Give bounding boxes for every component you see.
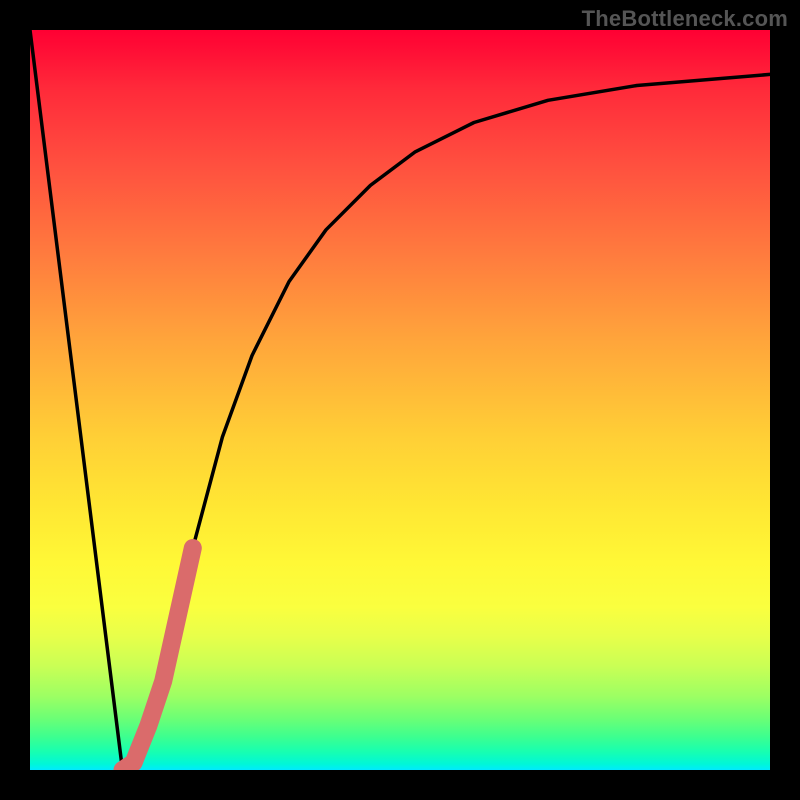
chart-svg [30, 30, 770, 770]
plot-area [30, 30, 770, 770]
attribution-text: TheBottleneck.com [582, 6, 788, 32]
highlight-segment [123, 548, 193, 770]
bottleneck-curve [30, 30, 770, 770]
chart-frame: TheBottleneck.com [0, 0, 800, 800]
